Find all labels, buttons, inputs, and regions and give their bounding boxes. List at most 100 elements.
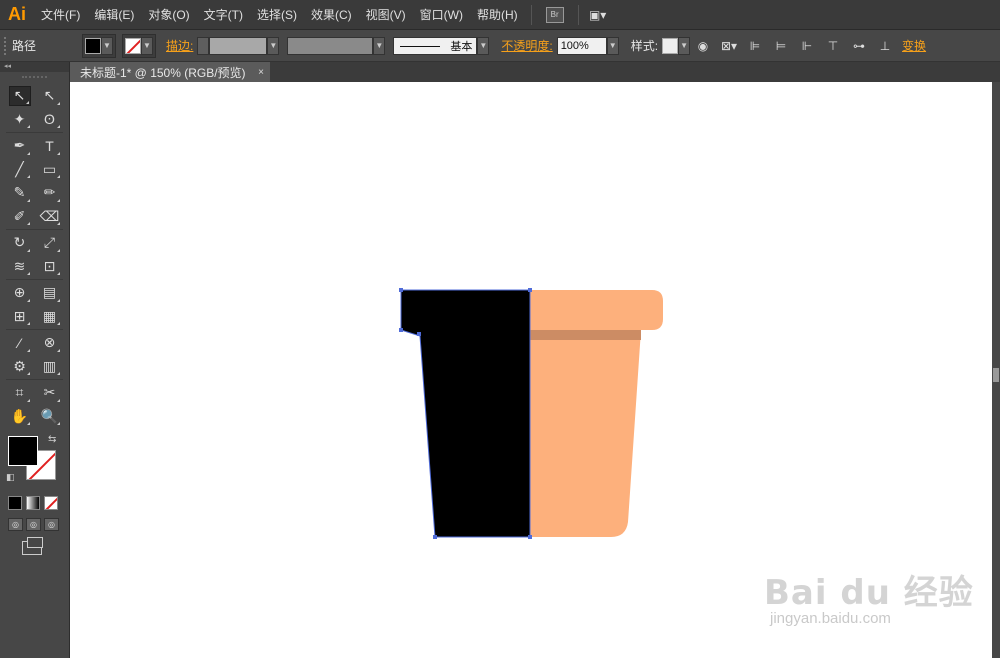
chevron-down-icon[interactable]: ▼ (101, 36, 113, 55)
pencil-tool-icon[interactable]: ✏ (39, 183, 61, 203)
eyedropper-tool-icon[interactable]: ⁄ (9, 333, 31, 353)
tool-separator (6, 229, 63, 230)
artboard-canvas[interactable]: Bai du 经验 jingyan.baidu.com (70, 82, 992, 658)
type-tool-icon[interactable]: T (39, 136, 61, 156)
panel-grip[interactable] (22, 76, 47, 78)
app-logo: Ai (8, 4, 26, 24)
menu-bar: Ai 文件(F) 编辑(E) 对象(O) 文字(T) 选择(S) 效果(C) 视… (0, 0, 1000, 30)
hand-tool-icon[interactable]: ✋ (9, 406, 31, 426)
slice-tool-icon[interactable]: ✂ (39, 383, 61, 403)
vertical-scrollbar[interactable] (992, 82, 1000, 658)
paintbrush-tool-icon[interactable]: ✎ (9, 183, 31, 203)
menu-select[interactable]: 选择(S) (250, 0, 304, 30)
stroke-weight-stepper[interactable] (197, 36, 210, 55)
perspective-grid-tool-icon[interactable]: ▤ (39, 283, 61, 303)
align-left-icon[interactable]: ⊫ (747, 38, 763, 54)
blend-tool-icon[interactable]: ⊗ (39, 333, 61, 353)
color-mode-button[interactable] (8, 496, 22, 510)
draw-inside-icon[interactable]: ◎ (44, 518, 59, 531)
direct-selection-tool-icon[interactable]: ↖ (39, 86, 61, 106)
lasso-tool-icon[interactable]: ʘ (39, 109, 61, 129)
align-right-icon[interactable]: ⊩ (799, 38, 815, 54)
blob-brush-tool-icon[interactable]: ✐ (9, 206, 31, 226)
align-hcenter-icon[interactable]: ⊨ (773, 38, 789, 54)
style-label: 样式: (630, 39, 659, 53)
draw-behind-icon[interactable]: ◎ (26, 518, 41, 531)
chevron-down-icon[interactable]: ▼ (373, 36, 386, 55)
stroke-weight-input[interactable] (209, 36, 268, 55)
zoom-tool-icon[interactable]: 🔍 (39, 406, 61, 426)
opacity-label[interactable]: 不透明度: (501, 37, 552, 54)
menu-help[interactable]: 帮助(H) (470, 0, 525, 30)
tool-row: ✋ 🔍 (0, 405, 69, 429)
tool-separator (6, 279, 63, 280)
symbol-sprayer-tool-icon[interactable]: ⚙ (9, 356, 31, 376)
close-icon[interactable]: × (258, 67, 264, 78)
pot-left-half-selected[interactable] (400, 289, 531, 538)
gradient-tool-icon[interactable]: ▦ (39, 306, 61, 326)
fill-color-box[interactable] (8, 436, 38, 466)
fill-color-control[interactable]: ▼ (82, 33, 116, 58)
eraser-tool-icon[interactable]: ⌫ (39, 206, 61, 226)
baidu-watermark: Bai du 经验 jingyan.baidu.com (764, 565, 974, 627)
chevron-down-icon[interactable]: ▼ (141, 36, 153, 55)
menu-edit[interactable]: 编辑(E) (87, 0, 141, 30)
document-tab-bar: 未标题-1* @ 150% (RGB/预览) × (70, 62, 1000, 82)
menu-type[interactable]: 文字(T) (197, 0, 250, 30)
opacity-input[interactable]: 100% (556, 36, 607, 55)
fill-swatch[interactable] (85, 37, 101, 54)
pot-right-half[interactable] (530, 290, 663, 537)
brush-basic-label: 基本 (450, 40, 473, 53)
color-mode-row (0, 496, 69, 510)
gradient-mode-button[interactable] (26, 496, 40, 510)
shape-builder-tool-icon[interactable]: ⊕ (9, 283, 31, 303)
variable-width-profile[interactable] (287, 36, 374, 55)
selection-tool-icon[interactable]: ↖ (8, 85, 31, 106)
chevron-down-icon[interactable]: ▼ (477, 36, 490, 55)
stroke-color-control[interactable]: ▼ (122, 33, 156, 58)
stroke-none-swatch[interactable] (125, 37, 141, 54)
default-colors-icon[interactable]: ◧ (6, 472, 15, 483)
bridge-icon[interactable]: Br (545, 6, 564, 23)
brush-definition-field[interactable]: 基本 (393, 36, 478, 55)
align-to-icon[interactable]: ⊠▾ (721, 38, 737, 54)
panel-collapse-icon[interactable]: ◂◂ (0, 62, 69, 72)
panel-grip[interactable] (4, 36, 8, 55)
chevron-down-icon[interactable]: ▼ (267, 36, 280, 55)
menu-object[interactable]: 对象(O) (141, 0, 196, 30)
arrange-documents-icon[interactable]: ▣▾ (589, 7, 606, 23)
align-vcenter-icon[interactable]: ⊶ (851, 38, 867, 54)
column-graph-tool-icon[interactable]: ▥ (39, 356, 61, 376)
transform-link[interactable]: 变换 (902, 37, 926, 54)
chevron-down-icon[interactable]: ▼ (678, 36, 691, 55)
rectangle-tool-icon[interactable]: ▭ (39, 159, 61, 179)
scale-tool-icon[interactable]: ⤢ (39, 233, 61, 253)
recolor-artwork-icon[interactable]: ◉ (695, 38, 711, 54)
mesh-tool-icon[interactable]: ⊞ (9, 306, 31, 326)
menu-file[interactable]: 文件(F) (34, 0, 87, 30)
change-screen-mode-icon[interactable] (22, 537, 43, 555)
artboard-tool-icon[interactable]: ⌗ (9, 383, 31, 403)
stroke-label[interactable]: 描边: (166, 37, 193, 54)
align-bottom-icon[interactable]: ⊥ (877, 38, 893, 54)
graphic-style-swatch[interactable] (662, 37, 679, 54)
document-tab[interactable]: 未标题-1* @ 150% (RGB/预览) × (70, 62, 270, 82)
align-top-icon[interactable]: ⊤ (825, 38, 841, 54)
draw-normal-icon[interactable]: ◎ (8, 518, 23, 531)
tool-separator (6, 329, 63, 330)
rotate-tool-icon[interactable]: ↻ (9, 233, 31, 253)
magic-wand-tool-icon[interactable]: ✦ (9, 109, 31, 129)
swap-fill-stroke-icon[interactable]: ⇆ (48, 434, 56, 445)
free-transform-tool-icon[interactable]: ⊡ (39, 256, 61, 276)
menu-view[interactable]: 视图(V) (359, 0, 413, 30)
scrollbar-thumb[interactable] (993, 368, 999, 382)
width-tool-icon[interactable]: ≋ (9, 256, 31, 276)
tool-row: ╱ ▭ (0, 158, 69, 182)
none-icon (45, 497, 57, 509)
chevron-down-icon[interactable]: ▼ (606, 36, 619, 55)
menu-window[interactable]: 窗口(W) (413, 0, 470, 30)
line-segment-tool-icon[interactable]: ╱ (9, 159, 31, 179)
none-mode-button[interactable] (44, 496, 58, 510)
pen-tool-icon[interactable]: ✒ (9, 136, 31, 156)
menu-effect[interactable]: 效果(C) (304, 0, 359, 30)
